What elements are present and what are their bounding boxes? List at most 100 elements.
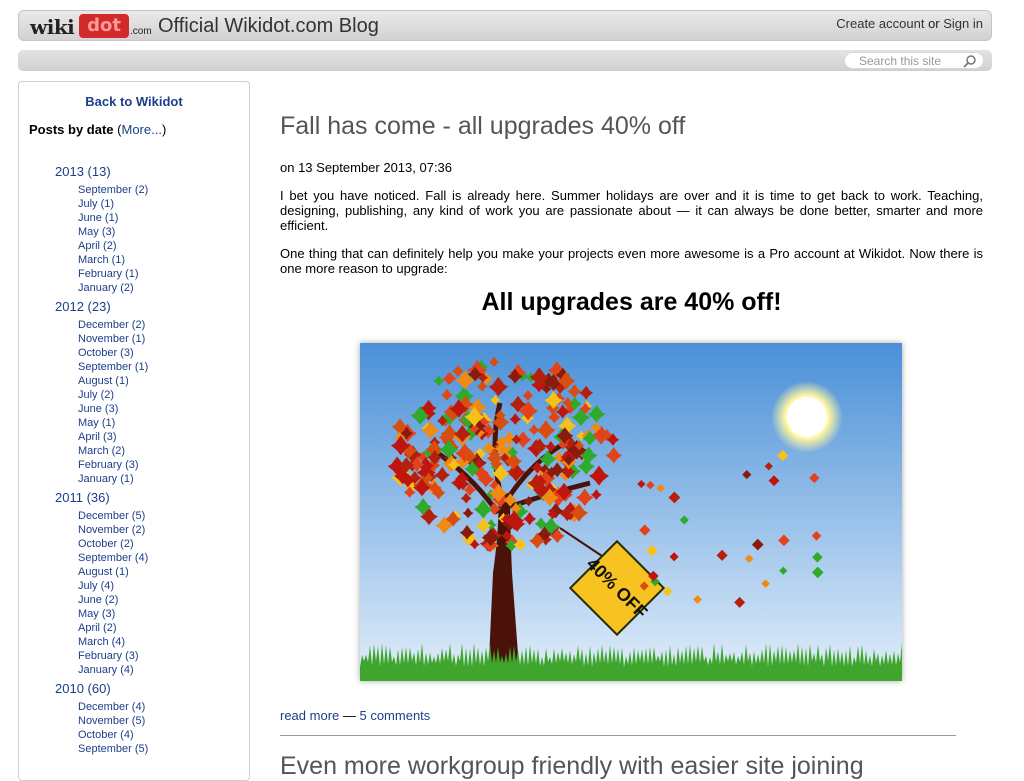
archive-months: December (4) November (5) October (4) Septe…: [78, 700, 148, 756]
archive-year[interactable]: 2012 (23): [55, 297, 148, 316]
archive-month-link[interactable]: February (1): [78, 268, 139, 280]
archive-year[interactable]: 2013 (13): [55, 162, 148, 181]
archive-month-item: December (5): [78, 509, 148, 523]
archive-month-link[interactable]: September (1): [78, 361, 148, 373]
archive-month-link[interactable]: April (2): [78, 622, 117, 634]
archive-year[interactable]: 2010 (60): [55, 679, 148, 698]
search-box: [844, 52, 984, 69]
post-links: read more — 5 comments: [280, 708, 430, 723]
archive-month-item: June (1): [78, 211, 148, 225]
archive-month-link[interactable]: January (4): [78, 664, 134, 676]
sign-in-link[interactable]: Sign in: [943, 16, 983, 31]
login-status: Create account or Sign in: [836, 16, 983, 31]
archive-month-link[interactable]: August (1): [78, 566, 129, 578]
archive-month-item: February (1): [78, 267, 148, 281]
archive-month-item: October (2): [78, 537, 148, 551]
archive-month-item: January (4): [78, 663, 148, 677]
archive-month-link[interactable]: October (4): [78, 729, 134, 741]
archive-month-item: June (3): [78, 402, 148, 416]
read-more-link[interactable]: read more: [280, 708, 339, 723]
archive-month-link[interactable]: October (3): [78, 347, 134, 359]
archive-month-link[interactable]: March (2): [78, 445, 125, 457]
archive-month-link[interactable]: December (5): [78, 510, 145, 522]
or-text: or: [928, 16, 940, 31]
archive-month-link[interactable]: May (3): [78, 608, 115, 620]
back-to-wikidot-link[interactable]: Back to Wikidot: [19, 94, 249, 109]
sidebar: Back to Wikidot Posts by date (More...) …: [18, 81, 250, 781]
archive-month-link[interactable]: October (2): [78, 538, 134, 550]
archive-year[interactable]: 2011 (36): [55, 488, 148, 507]
post-paragraph-2: One thing that can definitely help you m…: [280, 246, 983, 276]
post-title[interactable]: Fall has come - all upgrades 40% off: [280, 112, 685, 141]
archive-month-link[interactable]: January (1): [78, 473, 134, 485]
archive-month-item: May (1): [78, 416, 148, 430]
site-header: wiki dot .com Official Wikidot.com Blog …: [18, 10, 992, 41]
archive-month-item: September (4): [78, 551, 148, 565]
archive-month-link[interactable]: March (4): [78, 636, 125, 648]
archive-month-item: April (2): [78, 239, 148, 253]
post-date: on 13 September 2013, 07:36: [280, 160, 453, 175]
archive-month-link[interactable]: December (2): [78, 319, 145, 331]
logo-wiki-text: wiki: [30, 15, 75, 39]
archive-months: December (2) November (1) October (3) Septe…: [78, 318, 148, 486]
archive-month-item: August (1): [78, 565, 148, 579]
archive-month-link[interactable]: December (4): [78, 701, 145, 713]
archive-month-link[interactable]: February (3): [78, 459, 139, 471]
archive-month-item: February (3): [78, 458, 148, 472]
archive-month-link[interactable]: November (5): [78, 715, 145, 727]
post-headline: All upgrades are 40% off!: [481, 288, 782, 316]
archive-month-link[interactable]: July (4): [78, 580, 114, 592]
archive-month-link[interactable]: February (3): [78, 650, 139, 662]
archive-months: September (2) July (1) June (1) May (3) Apri…: [78, 183, 148, 295]
archive-month-item: September (5): [78, 742, 148, 756]
site-title[interactable]: Official Wikidot.com Blog: [158, 15, 379, 38]
archive-month-item: February (3): [78, 649, 148, 663]
archive-month-item: July (1): [78, 197, 148, 211]
logo-dot-text: dot: [79, 14, 129, 38]
archive-month-link[interactable]: April (2): [78, 240, 117, 252]
archive-month-link[interactable]: September (4): [78, 552, 148, 564]
archive-month-link[interactable]: June (2): [78, 594, 118, 606]
archive-month-link[interactable]: July (2): [78, 389, 114, 401]
archive-month-item: November (2): [78, 523, 148, 537]
archive-month-link[interactable]: June (1): [78, 212, 118, 224]
archive-month-link[interactable]: January (2): [78, 282, 134, 294]
archive-month-item: January (2): [78, 281, 148, 295]
archive-month-item: March (1): [78, 253, 148, 267]
archive-month-item: September (1): [78, 360, 148, 374]
search-icon[interactable]: [963, 54, 977, 68]
archive-month-item: May (3): [78, 607, 148, 621]
archive-month-link[interactable]: November (2): [78, 524, 145, 536]
archive-month-link[interactable]: July (1): [78, 198, 114, 210]
archive-month-item: June (2): [78, 593, 148, 607]
top-bar: [18, 50, 992, 71]
archive-month-link[interactable]: June (3): [78, 403, 118, 415]
comments-link[interactable]: 5 comments: [359, 708, 430, 723]
archive-month-link[interactable]: May (1): [78, 417, 115, 429]
create-account-link[interactable]: Create account: [836, 16, 924, 31]
archive-month-link[interactable]: September (2): [78, 184, 148, 196]
archive-month-item: December (2): [78, 318, 148, 332]
archive-list: 2013 (13) September (2) July (1) June (1) Ma…: [55, 162, 148, 758]
archive-month-link[interactable]: September (5): [78, 743, 148, 755]
archive-month-item: December (4): [78, 700, 148, 714]
archive-month-item: November (1): [78, 332, 148, 346]
archive-month-link[interactable]: April (3): [78, 431, 117, 443]
archive-month-link[interactable]: March (1): [78, 254, 125, 266]
archive-month-link[interactable]: November (1): [78, 333, 145, 345]
posts-by-date-label: Posts by date: [29, 122, 114, 137]
next-post-title[interactable]: Even more workgroup friendly with easier…: [280, 752, 864, 781]
archive-month-item: July (2): [78, 388, 148, 402]
more-link[interactable]: More...: [121, 122, 161, 137]
archive-month-item: April (3): [78, 430, 148, 444]
archive-month-link[interactable]: May (3): [78, 226, 115, 238]
search-input[interactable]: [859, 53, 959, 68]
fall-sale-image: 40% OFF: [360, 343, 902, 681]
archive-month-item: March (2): [78, 444, 148, 458]
archive-month-item: November (5): [78, 714, 148, 728]
archive-months: December (5) November (2) October (2) Septe…: [78, 509, 148, 677]
sun: [787, 397, 827, 437]
archive-month-link[interactable]: August (1): [78, 375, 129, 387]
post-divider: [280, 735, 956, 736]
link-separator: —: [339, 708, 360, 723]
